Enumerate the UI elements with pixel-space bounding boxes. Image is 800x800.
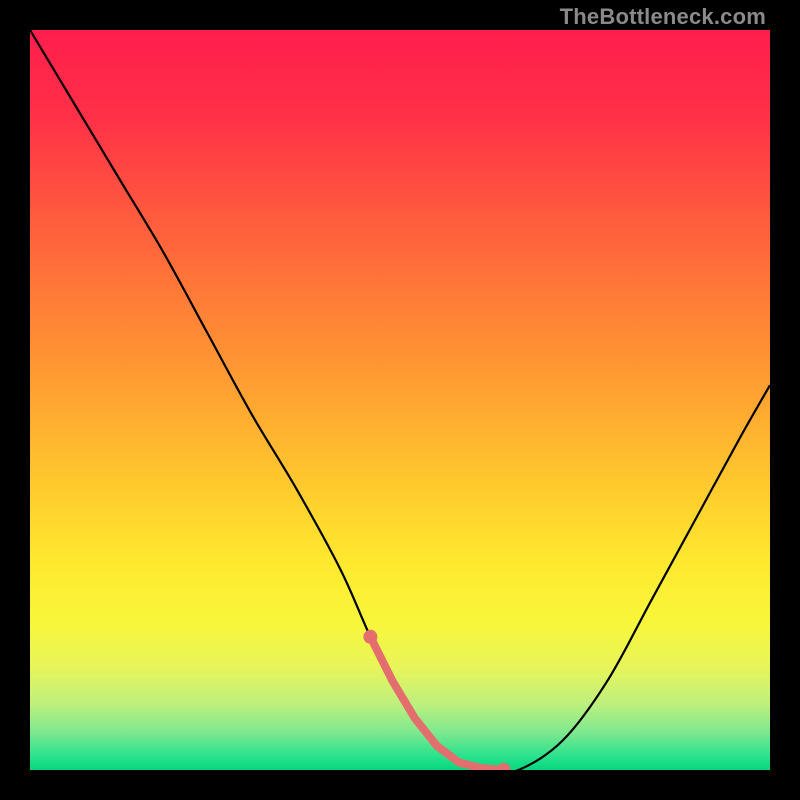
valley-stroke xyxy=(370,637,503,770)
curve-layer xyxy=(30,30,770,770)
valley-end-dot xyxy=(363,630,377,644)
valley-markers xyxy=(363,630,510,770)
plot-area xyxy=(30,30,770,770)
bottleneck-curve xyxy=(30,30,770,770)
watermark-text: TheBottleneck.com xyxy=(560,4,766,30)
valley-end-dot xyxy=(497,763,511,770)
chart-frame: TheBottleneck.com xyxy=(0,0,800,800)
